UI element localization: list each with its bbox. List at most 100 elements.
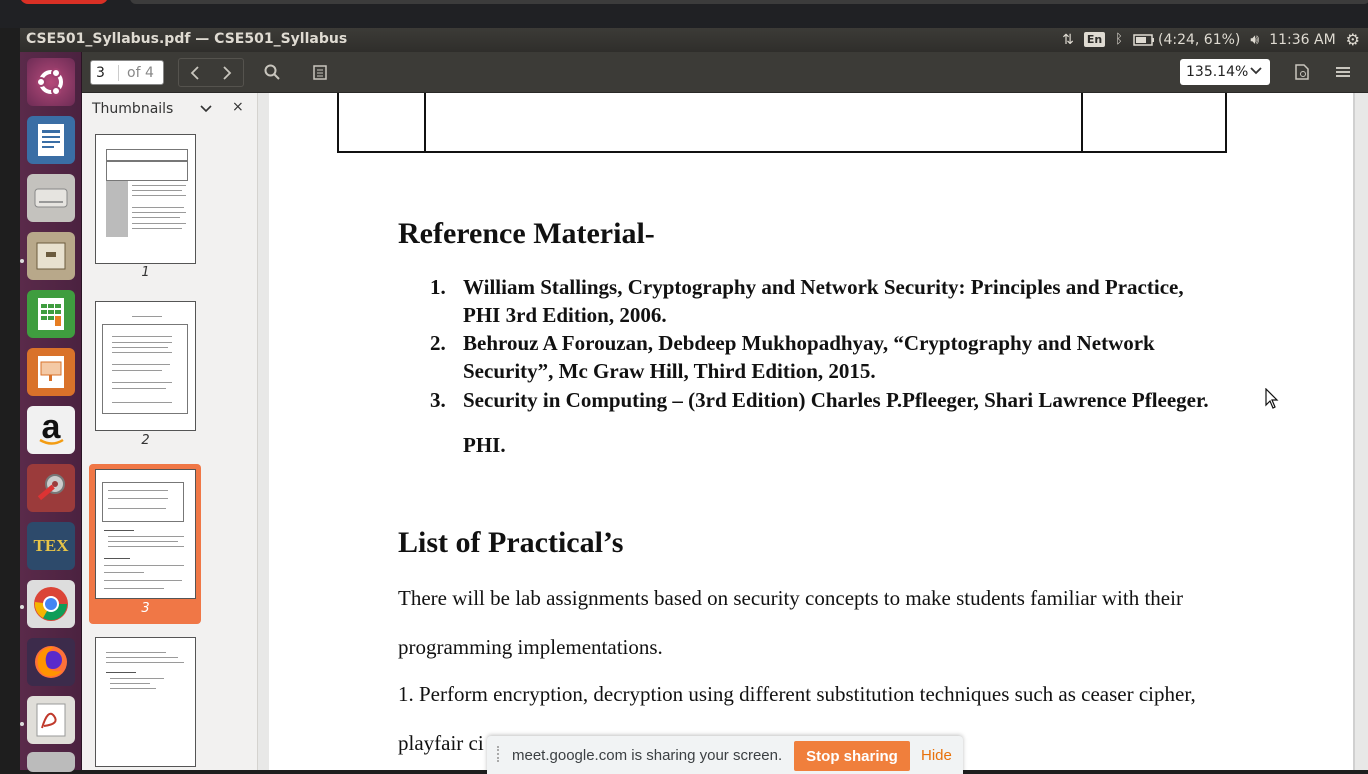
page-nav-group	[178, 58, 244, 87]
page-number-field[interactable]: 3 of 4	[90, 60, 164, 85]
close-sidebar-button[interactable]: ×	[232, 99, 244, 115]
ubuntu-logo-icon	[36, 68, 63, 96]
battery-text: (4:24, 61%)	[1157, 31, 1241, 48]
chrome-icon[interactable]	[27, 580, 75, 628]
chrome-logo-icon	[34, 587, 68, 621]
page-thumbnail[interactable]	[95, 134, 196, 264]
firefox-icon[interactable]	[27, 638, 75, 686]
total-pages-label: of 4	[127, 64, 154, 81]
sidebar-header: Thumbnails ×	[82, 93, 258, 125]
viewer-toolbar: 3 of 4 135.14%	[82, 52, 1368, 93]
document-viewer-icon[interactable]	[27, 696, 75, 744]
search-icon	[264, 64, 280, 80]
annotations-group	[304, 58, 336, 87]
tex-icon[interactable]: TEX	[27, 522, 75, 570]
thumbnail-label: 3	[141, 601, 150, 616]
battery-icon	[1133, 33, 1154, 46]
current-page-input[interactable]: 3	[91, 64, 119, 81]
menu-button[interactable]	[1327, 58, 1359, 85]
panel-indicators: ⇅ En ᛒ (4:24, 61%) 🔊︎ 11:36 AM ⚙	[1062, 30, 1360, 49]
paragraph-line: programming implementations.	[398, 635, 663, 659]
zoom-select[interactable]: 135.14%	[1180, 59, 1270, 85]
thumbnail-label: 1	[141, 265, 150, 280]
document-view[interactable]: Reference Material- 1. William Stallings…	[258, 93, 1368, 770]
firefox-logo-icon	[35, 646, 67, 678]
reference-line: Behrouz A Forouzan, Debdeep Mukhopadhyay…	[463, 331, 1155, 355]
reference-number: 1.	[430, 275, 446, 299]
bluetooth-icon[interactable]: ᛒ	[1115, 32, 1123, 47]
share-message: meet.google.com is sharing your screen.	[512, 747, 783, 764]
gear-icon[interactable]: ⚙	[1346, 30, 1360, 49]
reference-heading: Reference Material-	[398, 217, 655, 250]
page-thumbnail[interactable]	[95, 637, 196, 767]
screen-share-banner: meet.google.com is sharing your screen. …	[487, 736, 963, 774]
chevron-right-icon	[223, 65, 232, 80]
menu-group	[1327, 58, 1359, 87]
hide-button[interactable]: Hide	[921, 747, 952, 764]
pdf-page: Reference Material- 1. William Stallings…	[269, 93, 1355, 770]
disk-icon[interactable]	[27, 174, 75, 222]
browser-top-strip	[0, 0, 1368, 28]
spreadsheet-icon	[38, 298, 64, 330]
amazon-smile-icon	[39, 438, 64, 445]
sidebar-title[interactable]: Thumbnails	[92, 101, 173, 117]
reference-line: William Stallings, Cryptography and Netw…	[463, 275, 1184, 299]
paragraph-line: There will be lab assignments based on s…	[398, 586, 1183, 610]
writer-icon[interactable]	[27, 116, 75, 164]
running-indicator	[20, 722, 24, 726]
impress-icon[interactable]	[27, 348, 75, 396]
page-thumbnail[interactable]	[95, 301, 196, 431]
reference-number: 2.	[430, 331, 446, 355]
paragraph-line: 1. Perform encryption, decryption using …	[398, 682, 1196, 706]
pdf-viewer-icon	[36, 703, 66, 737]
chevron-down-icon[interactable]	[200, 100, 212, 118]
thumbnail-sidebar: Thumbnails × 1 2 3	[82, 93, 258, 770]
input-method-indicator[interactable]: En	[1083, 32, 1106, 47]
reference-line: Security in Computing – (3rd Edition) Ch…	[463, 388, 1209, 412]
table-border	[1081, 93, 1083, 153]
drag-handle[interactable]	[497, 746, 503, 762]
window-title: CSE501_Syllabus.pdf — CSE501_Syllabus	[26, 31, 348, 47]
cabinet-icon	[36, 242, 66, 270]
next-page-button[interactable]	[211, 59, 243, 86]
network-transfer-icon[interactable]: ⇅	[1062, 32, 1074, 48]
zoom-value: 135.14%	[1186, 64, 1249, 80]
battery-indicator[interactable]: (4:24, 61%)	[1133, 32, 1240, 48]
search-group	[256, 58, 288, 87]
tex-glyph: TEX	[33, 536, 69, 555]
page-view-button[interactable]	[1286, 58, 1318, 85]
wrench-gear-icon	[37, 474, 65, 501]
files-icon[interactable]	[27, 232, 75, 280]
settings-icon[interactable]	[27, 464, 75, 512]
thumbnail-label: 2	[141, 433, 150, 448]
annotations-button[interactable]	[304, 58, 336, 85]
stop-sharing-button[interactable]: Stop sharing	[794, 741, 910, 771]
hamburger-menu-icon	[1336, 66, 1350, 77]
reference-line: PHI.	[463, 433, 506, 457]
paragraph-line: playfair ci	[398, 731, 484, 755]
page-thumbnail-selected[interactable]	[95, 469, 196, 599]
volume-icon[interactable]: 🔊︎	[1250, 32, 1259, 48]
search-button[interactable]	[256, 58, 288, 85]
amazon-icon[interactable]: a	[27, 406, 75, 454]
page-icon	[1295, 63, 1309, 80]
calc-icon[interactable]	[27, 290, 75, 338]
chevron-left-icon	[190, 65, 199, 80]
table-border	[337, 151, 1227, 153]
table-border	[1225, 93, 1227, 153]
chevron-down-icon	[1250, 67, 1262, 75]
trash-icon[interactable]	[27, 752, 75, 772]
reference-number: 3.	[430, 388, 446, 412]
running-indicator	[20, 605, 24, 609]
unity-launcher: a TEX	[20, 52, 82, 772]
document-icon	[38, 124, 64, 156]
window-title-bar: CSE501_Syllabus.pdf — CSE501_Syllabus ⇅ …	[20, 28, 1368, 52]
running-indicator	[20, 259, 24, 263]
clock[interactable]: 11:36 AM	[1269, 32, 1335, 48]
previous-page-button[interactable]	[179, 59, 211, 86]
presentation-icon	[38, 356, 64, 388]
browser-tab-indicator	[20, 0, 108, 4]
table-border	[424, 93, 426, 153]
browser-tab-bar	[130, 0, 1368, 4]
ubuntu-dash-icon[interactable]	[27, 58, 75, 106]
